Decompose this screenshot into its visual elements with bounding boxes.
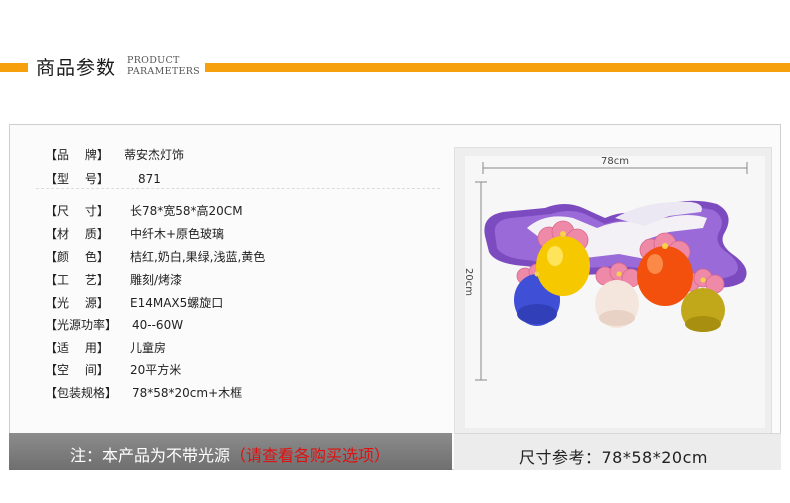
spec-value: 桔红,奶白,果绿,浅蓝,黄色 [130, 250, 266, 264]
spec-label: 【颜 色】 [45, 250, 109, 264]
section-title-en-line2: PARAMETERS [127, 66, 200, 77]
section-title-english: PRODUCT PARAMETERS [127, 55, 200, 77]
header-accent-bar-left [0, 63, 28, 72]
spec-value: 78*58*20cm+木框 [132, 386, 243, 400]
spec-label: 【空 间】 [45, 363, 109, 377]
spec-value: 儿童房 [130, 341, 167, 355]
height-dimension-line [475, 181, 487, 381]
ceiling-lamp-illustration [484, 200, 747, 332]
spec-label: 【光 源】 [45, 296, 109, 310]
notice-text: 注：本产品为不带光源 [70, 446, 231, 465]
product-photo-frame: 78cm 20cm [454, 147, 772, 434]
size-reference: 尺寸参考：78*58*20cm [519, 448, 708, 467]
spec-value: 蒂安杰灯饰 [124, 148, 185, 162]
section-title: 商品参数 [36, 57, 117, 79]
height-label: 20cm [463, 268, 474, 296]
spec-label: 【尺 寸】 [45, 204, 109, 218]
spec-value: 长78*宽58*高20CM [130, 204, 243, 218]
spec-label: 【品 牌】 [45, 148, 109, 162]
spec-value: 雕刻/烤漆 [130, 273, 183, 287]
spec-value: 20平方米 [130, 363, 182, 377]
spec-value: E14MAX5螺旋口 [130, 296, 224, 310]
spec-label: 【工 艺】 [45, 273, 109, 287]
section-title-en-line1: PRODUCT [127, 55, 180, 66]
spec-value: 871 [138, 172, 161, 186]
header-accent-bar-right [205, 63, 790, 72]
spec-label: 【型 号】 [45, 172, 109, 186]
spec-label: 【光源功率】 [45, 318, 118, 332]
spec-label: 【材 质】 [45, 227, 109, 241]
product-photo: 78cm 20cm [463, 156, 748, 381]
notice-highlight: （请查看各购买选项） [230, 446, 391, 465]
spec-label: 【适 用】 [45, 341, 109, 355]
spec-divider [36, 188, 440, 189]
spec-value: 40--60W [132, 318, 184, 332]
light-source-notice: 注：本产品为不带光源（请查看各购买选项） [70, 442, 390, 466]
spec-label: 【包装规格】 [45, 386, 118, 400]
width-label: 78cm [601, 156, 629, 167]
spec-value: 中纤木+原色玻璃 [130, 227, 225, 241]
